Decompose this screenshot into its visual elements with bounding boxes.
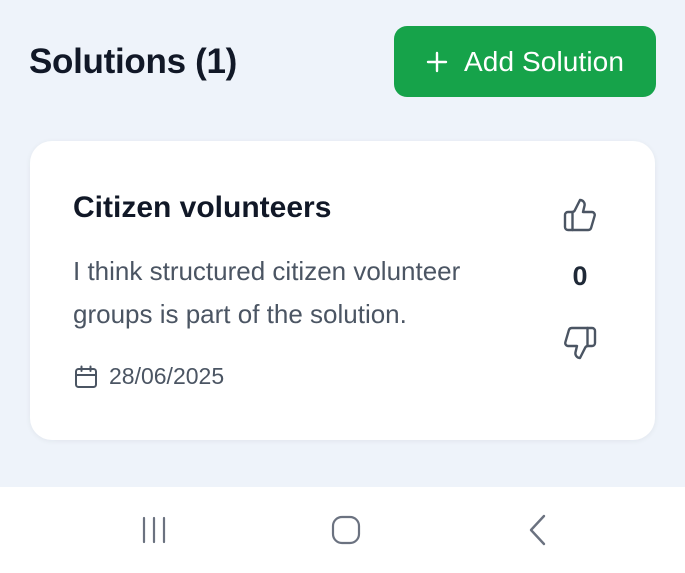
back-icon	[527, 514, 549, 546]
add-solution-button-label: Add Solution	[464, 45, 624, 77]
system-navigation-bar	[0, 487, 685, 573]
vote-count: 0	[572, 261, 588, 291]
plus-icon	[426, 51, 448, 73]
solution-date-row: 28/06/2025	[73, 363, 224, 390]
solution-card[interactable]: Citizen volunteers I think structured ci…	[30, 141, 655, 440]
thumbs-up-icon	[562, 197, 598, 233]
solution-date: 28/06/2025	[109, 363, 225, 389]
page-title: Solutions (1)	[29, 42, 238, 81]
back-button[interactable]	[508, 487, 568, 573]
thumbs-down-icon	[562, 325, 598, 361]
recent-apps-button[interactable]	[124, 487, 184, 573]
home-icon	[330, 514, 362, 546]
home-button[interactable]	[316, 487, 376, 573]
solution-title: Citizen volunteers	[73, 191, 332, 224]
upvote-button[interactable]	[560, 195, 600, 235]
calendar-icon	[73, 364, 99, 390]
recent-apps-icon	[139, 515, 169, 545]
downvote-button[interactable]	[560, 323, 600, 363]
add-solution-button[interactable]: Add Solution	[394, 26, 656, 97]
solution-description: I think structured citizen volunteer gro…	[73, 256, 461, 329]
